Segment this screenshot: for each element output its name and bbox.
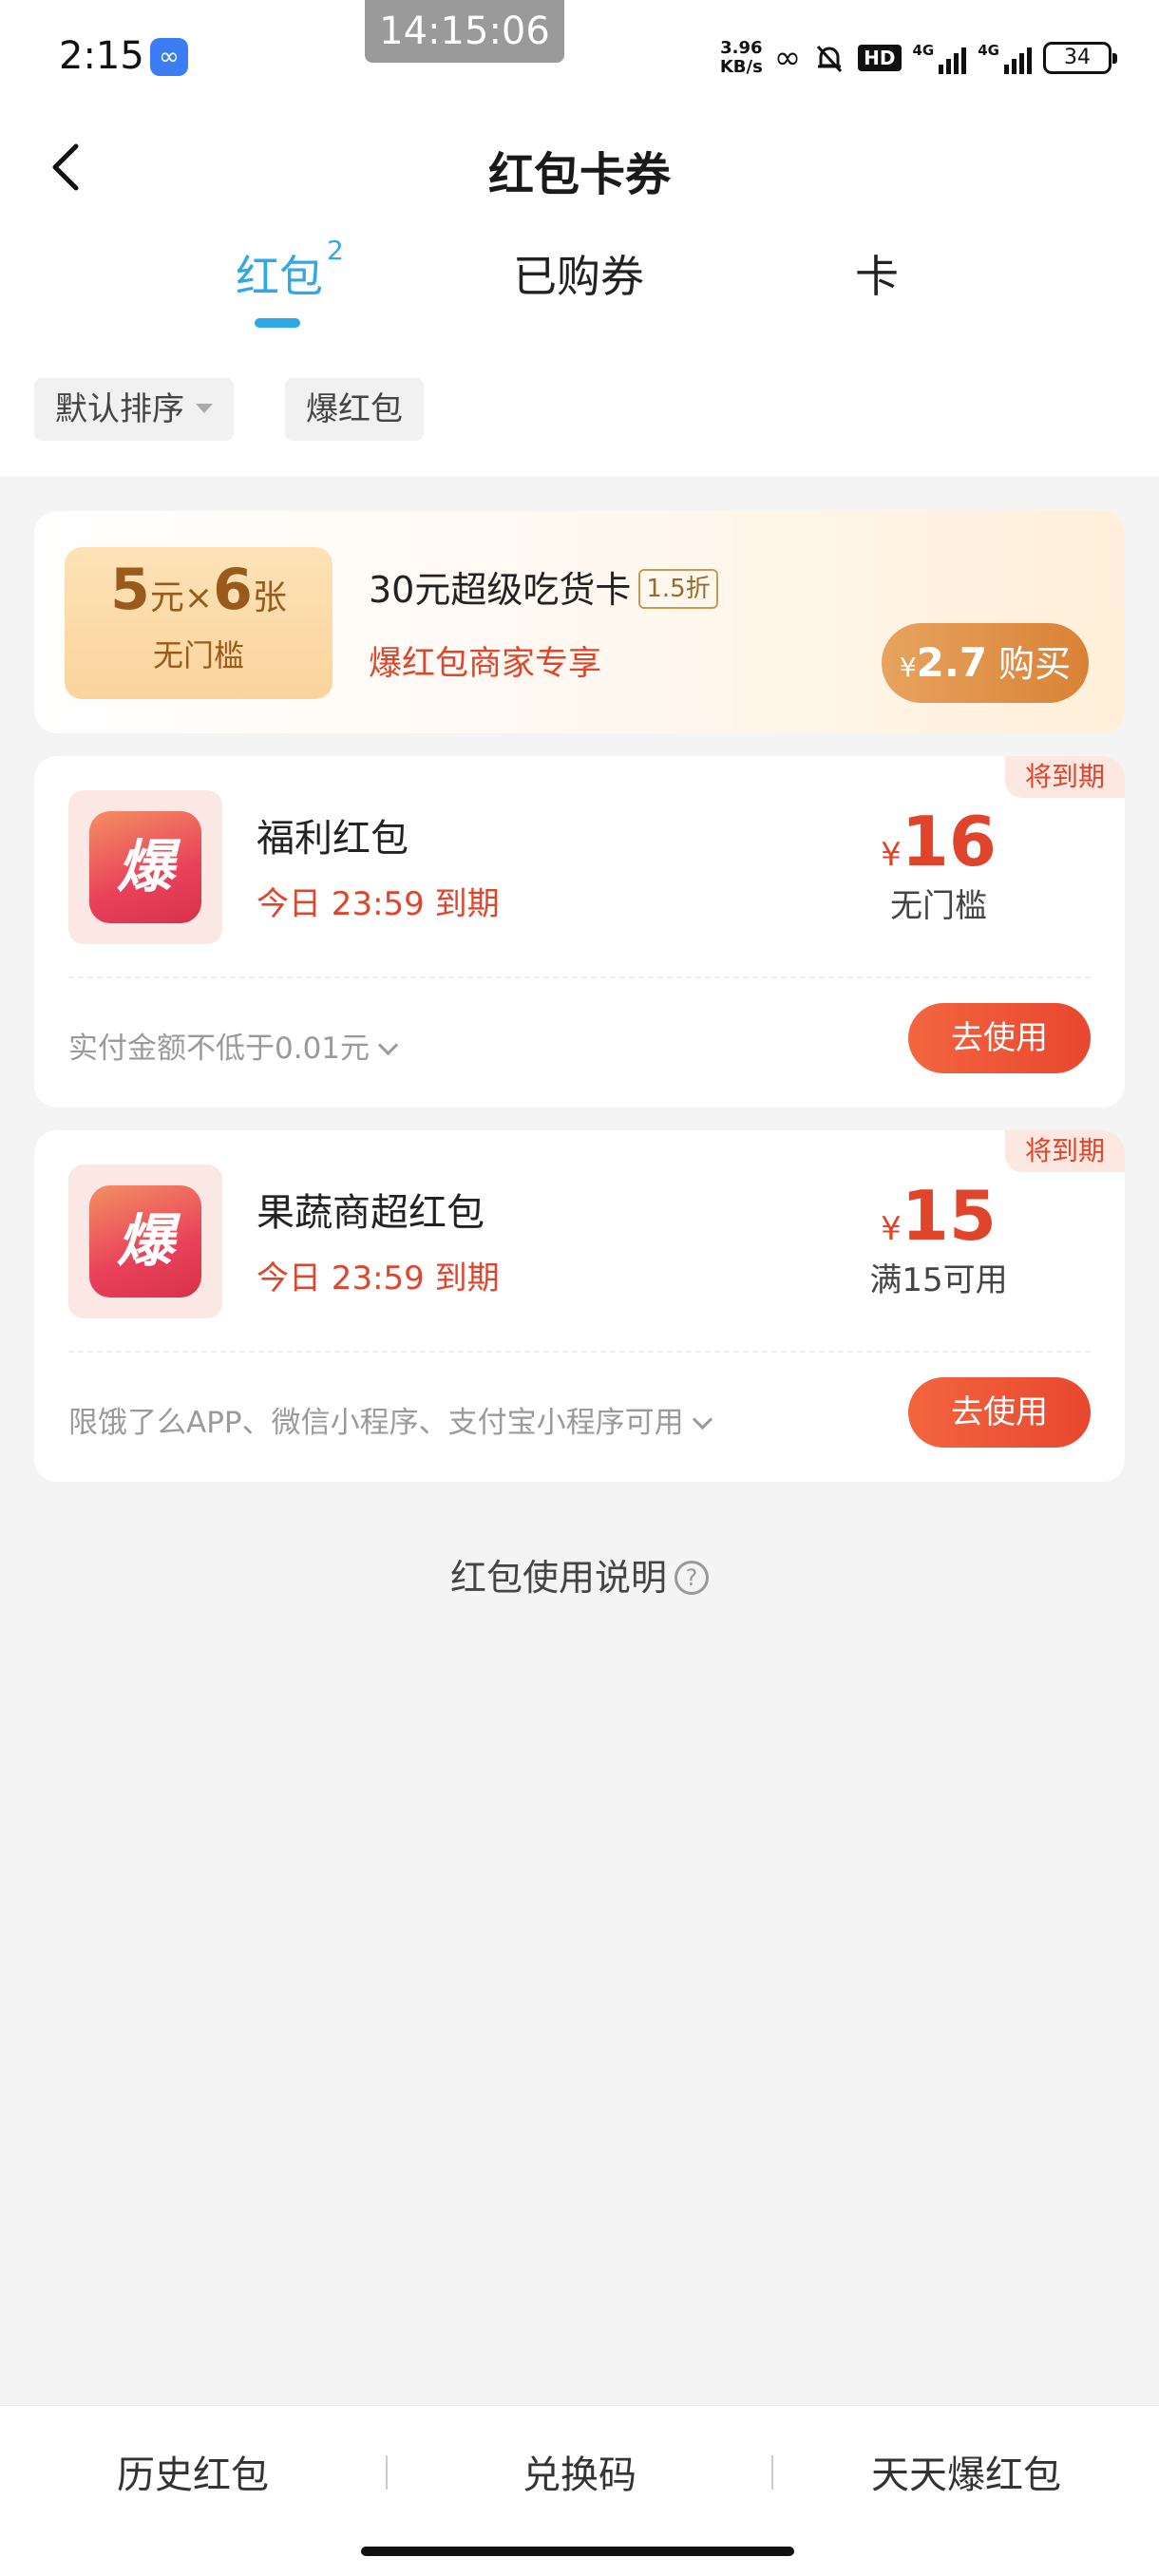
tab-bar: 红包2 已购券 卡 bbox=[0, 235, 1159, 332]
active-tab-indicator bbox=[255, 318, 300, 328]
use-coupon-button[interactable]: 去使用 bbox=[908, 1003, 1091, 1073]
coupon-rules-toggle[interactable]: 限饿了么APP、微信小程序、支付宝小程序可用 bbox=[68, 1398, 712, 1441]
coupon-logo: 爆 bbox=[68, 1165, 222, 1318]
link-icon: ∞ bbox=[773, 39, 802, 77]
promo-card[interactable]: 5元×6张 无门槛 30元超级吃货卡 1.5折 爆红包商家专享 ¥2.7 购买 bbox=[34, 511, 1125, 733]
sort-dropdown[interactable]: 默认排序 bbox=[34, 378, 234, 441]
caret-down-icon bbox=[196, 403, 213, 413]
coupon-title: 福利红包 bbox=[256, 817, 408, 861]
hd-icon: HD bbox=[858, 45, 902, 71]
link-app-icon: ∞ bbox=[150, 38, 188, 76]
chevron-down-icon bbox=[692, 1409, 712, 1430]
history-packets-button[interactable]: 历史红包 bbox=[0, 2444, 386, 2499]
status-icons: 3.96 KB/s ∞ HD 4G 4G 34 bbox=[719, 32, 1117, 84]
home-indicator[interactable] bbox=[361, 2547, 794, 2556]
status-bar: 2:15 ∞ 14:15:06 3.96 KB/s ∞ HD 4G 4G 34 bbox=[0, 0, 1159, 114]
network-speed: 3.96 KB/s bbox=[719, 38, 763, 77]
coupon-card: 将到期 爆 福利红包 今日 23:59 到期 ¥16 无门槛 实付金额不低于0.… bbox=[34, 756, 1125, 1108]
tab-count-badge: 2 bbox=[327, 235, 344, 266]
coupon-expiry: 今日 23:59 到期 bbox=[256, 885, 500, 923]
buy-button[interactable]: ¥2.7 购买 bbox=[882, 623, 1089, 703]
divider bbox=[68, 976, 1091, 978]
chevron-down-icon bbox=[377, 1034, 399, 1056]
promo-name: 30元超级吃货卡 1.5折 bbox=[369, 560, 718, 613]
tab-purchased-coupons[interactable]: 已购券 bbox=[513, 242, 644, 305]
status-time: 2:15 bbox=[59, 34, 144, 78]
coupon-logo: 爆 bbox=[68, 790, 222, 944]
help-icon: ? bbox=[674, 1560, 709, 1595]
daily-hot-packet-button[interactable]: 天天爆红包 bbox=[773, 2444, 1159, 2499]
promo-description: 爆红包商家专享 bbox=[369, 645, 602, 683]
tab-red-packets[interactable]: 红包2 bbox=[236, 235, 344, 305]
promo-ticket-threshold: 无门槛 bbox=[152, 637, 244, 673]
coupon-threshold: 无门槛 bbox=[890, 887, 987, 925]
use-coupon-button[interactable]: 去使用 bbox=[908, 1377, 1091, 1448]
hot-packet-logo-icon: 爆 bbox=[89, 1185, 201, 1297]
mute-bell-icon bbox=[817, 45, 843, 73]
promo-ticket: 5元×6张 无门槛 bbox=[65, 547, 332, 699]
signal-icon-2: 4G bbox=[978, 42, 1032, 74]
signal-icon: 4G bbox=[913, 42, 967, 74]
coupon-rules-toggle[interactable]: 实付金额不低于0.01元 bbox=[68, 1024, 399, 1067]
divider bbox=[68, 1351, 1091, 1353]
discount-badge: 1.5折 bbox=[638, 568, 718, 609]
clock-overlay: 14:15:06 bbox=[365, 0, 564, 63]
coupon-card: 将到期 爆 果蔬商超红包 今日 23:59 到期 ¥15 满15可用 限饿了么A… bbox=[34, 1130, 1125, 1482]
expiring-badge: 将到期 bbox=[1005, 756, 1125, 798]
coupon-threshold: 满15可用 bbox=[869, 1261, 1008, 1299]
header: 红包卡券 bbox=[0, 123, 1159, 209]
filter-chip-hot-packet[interactable]: 爆红包 bbox=[285, 378, 424, 441]
expiring-badge: 将到期 bbox=[1005, 1130, 1125, 1172]
redeem-code-button[interactable]: 兑换码 bbox=[387, 2444, 772, 2499]
battery-icon: 34 bbox=[1043, 42, 1117, 74]
coupon-expiry: 今日 23:59 到期 bbox=[256, 1260, 500, 1297]
hot-packet-logo-icon: 爆 bbox=[89, 811, 201, 923]
page-title: 红包卡券 bbox=[487, 148, 671, 201]
bottom-bar: 历史红包 兑换码 天天爆红包 bbox=[0, 2405, 1159, 2576]
coupon-amount: ¥16 bbox=[881, 802, 997, 881]
coupon-amount: ¥15 bbox=[881, 1176, 997, 1256]
coupon-title: 果蔬商超红包 bbox=[256, 1191, 484, 1235]
tab-cards[interactable]: 卡 bbox=[855, 242, 899, 305]
usage-instructions-link[interactable]: 红包使用说明? bbox=[0, 1548, 1159, 1601]
